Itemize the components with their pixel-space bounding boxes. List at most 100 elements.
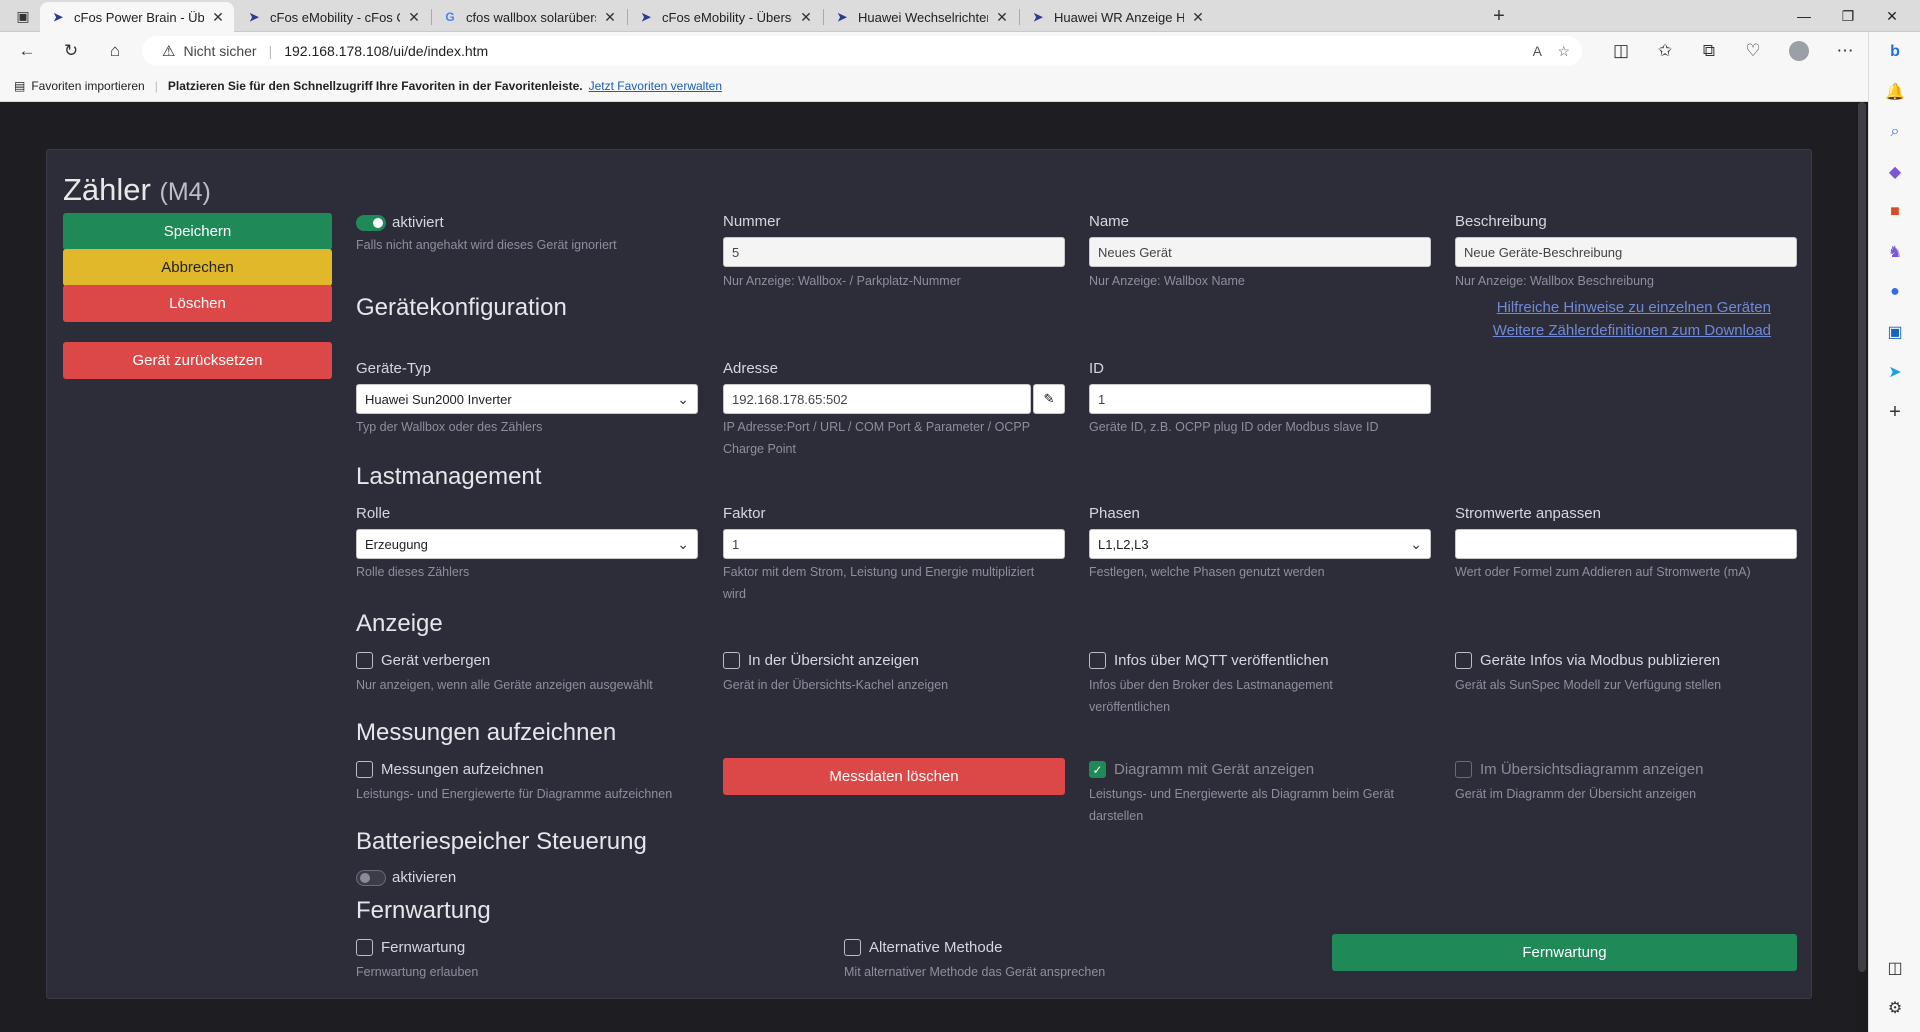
checkbox-box[interactable] <box>1089 652 1106 669</box>
nummer-input[interactable]: 5 <box>723 237 1065 267</box>
copilot-icon[interactable]: b <box>1881 38 1909 66</box>
close-icon[interactable]: ✕ <box>406 9 422 26</box>
close-icon[interactable]: ✕ <box>210 9 226 26</box>
close-icon[interactable]: ✕ <box>602 9 618 26</box>
reload-icon[interactable]: ↻ <box>56 36 86 66</box>
checkbox-box[interactable] <box>723 652 740 669</box>
geraetekonfiguration-heading: Gerätekonfiguration <box>356 294 567 321</box>
search-icon[interactable]: ⌕ <box>1881 118 1909 146</box>
checkbox-box[interactable] <box>356 761 373 778</box>
delete-button[interactable]: Löschen <box>63 285 332 322</box>
alternative-methode-checkbox[interactable]: Alternative Methode <box>844 939 1002 956</box>
bell-icon[interactable]: 🔔 <box>1881 78 1909 106</box>
restore-icon[interactable]: ❐ <box>1826 0 1870 32</box>
messungen-heading: Messungen aufzeichnen <box>356 719 617 746</box>
checkbox-box[interactable] <box>1455 652 1472 669</box>
close-icon[interactable]: ✕ <box>994 9 1010 26</box>
checkbox-box[interactable] <box>356 939 373 956</box>
tab-actions-icon[interactable]: ▣ <box>8 1 38 31</box>
geraet-verbergen-checkbox[interactable]: Gerät verbergen <box>356 652 490 669</box>
games-icon[interactable]: ♞ <box>1881 238 1909 266</box>
close-icon[interactable]: ✕ <box>798 9 814 26</box>
checkbox-box[interactable] <box>844 939 861 956</box>
address-bar[interactable]: ⚠ Nicht sicher | 192.168.178.108/ui/de/i… <box>142 36 1582 66</box>
browser-tab[interactable]: ➤ cFos Power Brain - Übersicht ✕ <box>40 2 234 32</box>
split-screen-icon[interactable]: ◫ <box>1606 36 1636 66</box>
messungen-aufzeichnen-checkbox[interactable]: Messungen aufzeichnen <box>356 761 544 778</box>
favbar-message: Platzieren Sie für den Schnellzugriff Ih… <box>167 78 583 93</box>
uebersichtsdiagramm-checkbox[interactable]: Im Übersichtsdiagramm anzeigen <box>1455 761 1703 778</box>
checkbox-box[interactable] <box>1455 761 1472 778</box>
import-favorites-link[interactable]: Favoriten importieren <box>31 79 144 93</box>
cancel-button[interactable]: Abbrechen <box>63 249 332 286</box>
save-button[interactable]: Speichern <box>63 213 332 250</box>
faktor-input[interactable]: 1 <box>723 529 1065 559</box>
home-icon[interactable]: ⌂ <box>100 36 130 66</box>
geraete-typ-hint: Typ der Wallbox oder des Zählers <box>356 420 543 434</box>
add-icon[interactable]: + <box>1881 398 1909 426</box>
back-icon[interactable]: ← <box>12 36 42 66</box>
device-hints-link[interactable]: Hilfreiche Hinweise zu einzelnen Geräten <box>1447 299 1771 316</box>
faktor-hint: Faktor mit dem Strom, Leistung und Energ… <box>723 565 1035 579</box>
phasen-select[interactable]: L1,L2,L3 ⌄ <box>1089 529 1431 559</box>
stromwerte-input[interactable] <box>1455 529 1797 559</box>
reset-device-button[interactable]: Gerät zurücksetzen <box>63 342 332 379</box>
activated-toggle[interactable]: aktiviert <box>356 214 444 231</box>
read-aloud-icon[interactable]: A <box>1533 43 1542 59</box>
messungen-aufzeichnen-label: Messungen aufzeichnen <box>381 761 544 778</box>
send-icon[interactable]: ➤ <box>1881 358 1909 386</box>
adresse-input[interactable]: 192.168.178.65:502 <box>723 384 1031 414</box>
batterie-aktivieren-toggle[interactable]: aktivieren <box>356 869 456 886</box>
tab-title: cFos eMobility - Überschusslade <box>662 9 792 25</box>
browser-tab[interactable]: ➤ cFos eMobility - cFos Charging M ✕ <box>236 2 430 32</box>
window-close-icon[interactable]: ✕ <box>1870 0 1914 32</box>
id-label: ID <box>1089 360 1104 377</box>
sidebar-toggle-icon[interactable]: ◫ <box>1881 954 1909 982</box>
url-text[interactable]: 192.168.178.108/ui/de/index.htm <box>284 43 488 59</box>
outlook-icon[interactable]: ▣ <box>1881 318 1909 346</box>
browser-tab[interactable]: ➤ Huawei Wechselrichter und Bezu ✕ <box>824 2 1018 32</box>
edit-address-icon[interactable]: ✎ <box>1033 384 1065 414</box>
browser-tab[interactable]: ➤ cFos eMobility - Überschusslade ✕ <box>628 2 822 32</box>
uebersicht-anzeigen-checkbox[interactable]: In der Übersicht anzeigen <box>723 652 919 669</box>
close-icon[interactable]: ✕ <box>1190 9 1206 26</box>
fernwartung-label: Fernwartung <box>381 939 466 956</box>
toggle-switch[interactable] <box>356 869 386 886</box>
settings-icon[interactable]: ⚙ <box>1881 994 1909 1022</box>
name-hint: Nur Anzeige: Wallbox Name <box>1089 274 1245 288</box>
name-input[interactable]: Neues Gerät <box>1089 237 1431 267</box>
geraete-typ-select[interactable]: Huawei Sun2000 Inverter ⌄ <box>356 384 698 414</box>
shopping-icon[interactable]: ◆ <box>1881 158 1909 186</box>
mqtt-checkbox[interactable]: Infos über MQTT veröffentlichen <box>1089 652 1329 669</box>
browser-tab[interactable]: ➤ Huawei WR Anzeige Haus - cFos ✕ <box>1020 2 1214 32</box>
office-icon[interactable]: ● <box>1881 278 1909 306</box>
scrollbar-thumb[interactable] <box>1858 102 1866 972</box>
fernwartung-checkbox[interactable]: Fernwartung <box>356 939 465 956</box>
browser-essentials-icon[interactable]: ♡ <box>1738 36 1768 66</box>
id-input[interactable]: 1 <box>1089 384 1431 414</box>
beschreibung-input[interactable]: Neue Geräte-Beschreibung <box>1455 237 1797 267</box>
modbus-checkbox[interactable]: Geräte Infos via Modbus publizieren <box>1455 652 1720 669</box>
toggle-switch[interactable] <box>356 214 386 231</box>
manage-favorites-link[interactable]: Jetzt Favoriten verwalten <box>589 79 722 93</box>
collections-icon[interactable]: ⧉ <box>1694 36 1724 66</box>
more-menu-icon[interactable]: ⋯ <box>1830 36 1860 66</box>
minimize-icon[interactable]: — <box>1782 0 1826 32</box>
security-label[interactable]: Nicht sicher <box>183 43 256 59</box>
checkbox-box[interactable] <box>356 652 373 669</box>
diagramm-hint: Leistungs- und Energiewerte als Diagramm… <box>1089 787 1394 801</box>
meter-definitions-download-link[interactable]: Weitere Zählerdefinitionen zum Download <box>1447 322 1771 339</box>
diagramm-checkbox[interactable]: ✓ Diagramm mit Gerät anzeigen <box>1089 761 1314 778</box>
favorite-star-icon[interactable]: ☆ <box>1557 43 1570 60</box>
checkmark-icon[interactable]: ✓ <box>1089 761 1106 778</box>
browser-tab[interactable]: G cfos wallbox solarüberschuss - G ✕ <box>432 2 626 32</box>
fernwartung-button[interactable]: Fernwartung <box>1332 934 1797 971</box>
page-scrollbar[interactable] <box>1856 102 1868 1032</box>
favorites-icon[interactable]: ✩ <box>1650 36 1680 66</box>
google-icon: G <box>445 10 455 24</box>
messdaten-loeschen-button[interactable]: Messdaten löschen <box>723 758 1065 795</box>
rolle-select[interactable]: Erzeugung ⌄ <box>356 529 698 559</box>
profile-avatar-icon[interactable] <box>1784 36 1814 66</box>
tools-icon[interactable]: ■ <box>1881 198 1909 226</box>
new-tab-icon[interactable]: + <box>1484 1 1514 31</box>
